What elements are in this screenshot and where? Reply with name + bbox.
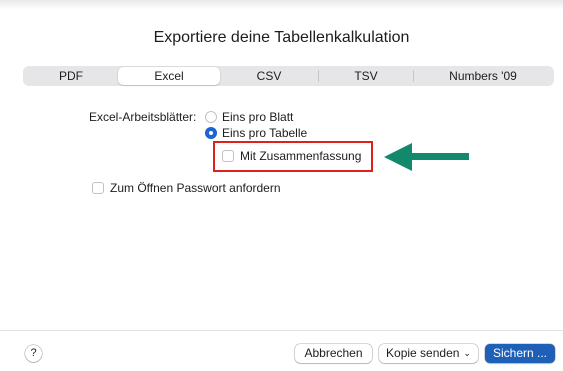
cancel-button[interactable]: Abbrechen <box>295 344 372 363</box>
help-button[interactable]: ? <box>25 345 42 362</box>
password-checkbox[interactable] <box>92 182 104 194</box>
summary-checkbox[interactable] <box>222 150 234 162</box>
tab-excel[interactable]: Excel <box>118 67 220 85</box>
tab-numbers-09[interactable]: Numbers '09 <box>414 67 552 85</box>
footer-divider <box>0 330 563 331</box>
tab-pdf[interactable]: PDF <box>24 67 118 85</box>
summary-checkbox-label[interactable]: Mit Zusammenfassung <box>240 149 361 163</box>
password-checkbox-label[interactable]: Zum Öffnen Passwort anfordern <box>110 181 281 195</box>
radio-one-per-table-label[interactable]: Eins pro Tabelle <box>222 126 307 140</box>
save-button[interactable]: Sichern ... <box>485 344 555 363</box>
radio-one-per-table[interactable] <box>205 127 217 139</box>
tab-tsv[interactable]: TSV <box>319 67 413 85</box>
annotation-arrow-icon <box>384 143 469 171</box>
window-top-edge <box>0 0 563 10</box>
radio-one-per-sheet-label[interactable]: Eins pro Blatt <box>222 110 293 124</box>
format-tab-bar: PDF Excel CSV TSV Numbers '09 <box>23 66 554 86</box>
excel-sheets-label: Excel-Arbeitsblätter: <box>89 110 197 124</box>
export-dialog: Exportiere deine Tabellenkalkulation PDF… <box>0 0 563 371</box>
dialog-title: Exportiere deine Tabellenkalkulation <box>153 29 410 46</box>
send-copy-label: Kopie senden <box>386 346 460 360</box>
send-copy-button[interactable]: Kopie senden ⌄ <box>379 344 478 363</box>
tab-csv[interactable]: CSV <box>220 67 318 85</box>
chevron-down-icon: ⌄ <box>463 348 471 358</box>
radio-one-per-sheet[interactable] <box>205 111 217 123</box>
